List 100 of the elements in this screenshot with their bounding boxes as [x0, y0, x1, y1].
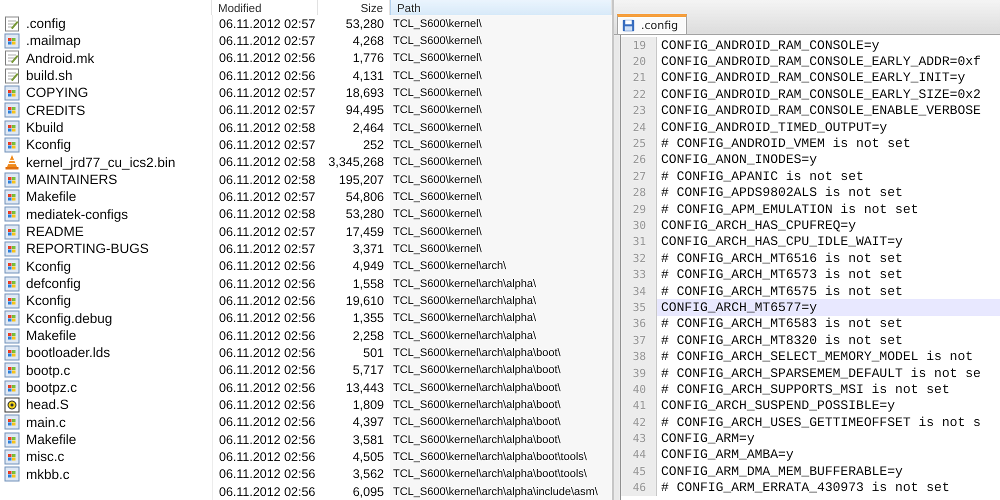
size-cell: 1,809: [352, 398, 384, 412]
file-name[interactable]: REPORTING-BUGS: [26, 241, 149, 256]
file-name[interactable]: Android.mk: [26, 50, 94, 66]
date-cell: 06.11.2012 02:56: [219, 328, 316, 343]
code-line: # CONFIG_ARCH_MT6573 is not set: [661, 267, 903, 282]
path-cell: TCL_S600\kernel\: [393, 190, 482, 203]
text-file-icon: [4, 16, 20, 32]
code-line: CONFIG_ANDROID_RAM_CONSOLE_EARLY_SIZE=0x2: [661, 86, 981, 102]
file-name[interactable]: COPYING: [26, 85, 88, 100]
size-cell: 17,459: [346, 224, 384, 239]
file-name[interactable]: mediatek-configs: [26, 206, 128, 222]
line-number: 29: [621, 200, 657, 218]
line-number: 34: [621, 282, 657, 300]
date-cell: 06.11.2012 02:58: [219, 207, 316, 222]
code-line: CONFIG_ANDROID_RAM_CONSOLE_ENABLE_VERBOSE: [661, 103, 981, 118]
code-line: CONFIG_ARM=y: [661, 431, 755, 446]
code-line: # CONFIG_ARCH_MT8320 is not set: [661, 332, 903, 348]
file-name[interactable]: Makefile: [26, 328, 76, 344]
line-number: 32: [621, 250, 657, 266]
size-cell: 19,610: [346, 294, 384, 308]
date-cell: 06.11.2012 02:56: [219, 68, 316, 83]
file-name[interactable]: Kbuild: [26, 120, 64, 136]
line-number: 25: [621, 135, 657, 152]
line-number: 24: [621, 118, 657, 136]
line-number: 38: [621, 348, 657, 365]
column-header[interactable]: Modified: [212, 0, 318, 15]
line-number: 33: [621, 266, 657, 283]
file-name[interactable]: bootloader.lds: [26, 345, 110, 360]
path-cell: TCL_S600\kernel\arch\alpha\boot\: [393, 364, 561, 376]
code-line: # CONFIG_APM_EMULATION is not set: [661, 202, 918, 217]
file-name[interactable]: Kconfig.debug: [26, 310, 112, 326]
file-name[interactable]: Kconfig: [26, 137, 72, 152]
file-name[interactable]: CREDITS: [26, 102, 86, 118]
line-number: 22: [621, 86, 657, 103]
file-name[interactable]: head.S: [26, 397, 69, 412]
code-line: CONFIG_ARM_AMBA=y: [661, 447, 794, 462]
path-cell: TCL_S600\kernel\arch\alpha\boot\: [393, 434, 561, 446]
application-file-icon: [4, 448, 20, 465]
file-name[interactable]: Makefile: [26, 189, 76, 204]
code-line: # CONFIG_ARCH_MT6583 is not set: [661, 316, 903, 332]
date-cell: 06.11.2012 02:58: [219, 155, 316, 170]
application-file-icon: [4, 344, 20, 361]
file-name[interactable]: mkbb.c: [26, 466, 70, 482]
line-number: 43: [621, 430, 657, 447]
size-cell: 2,464: [352, 120, 384, 135]
file-name[interactable]: .mailmap: [26, 33, 81, 48]
code-line: # CONFIG_ARCH_SELECT_MEMORY_MODEL is not: [661, 349, 974, 364]
line-number: 28: [621, 184, 657, 201]
file-name[interactable]: bootpz.c: [26, 380, 78, 396]
date-cell: 06.11.2012 02:56: [219, 398, 316, 412]
file-name[interactable]: .config: [26, 16, 66, 32]
line-number: 19: [621, 37, 657, 54]
date-cell: 06.11.2012 02:56: [219, 415, 316, 430]
application-file-icon: [4, 102, 20, 118]
application-file-icon: [4, 84, 20, 101]
column-header[interactable]: Path: [390, 0, 612, 15]
file-name[interactable]: build.sh: [26, 68, 73, 84]
file-name[interactable]: README: [26, 224, 84, 240]
path-cell: TCL_S600\kernel\: [393, 208, 482, 220]
file-name[interactable]: MAINTAINERS: [26, 172, 118, 188]
line-number: 27: [621, 168, 657, 185]
line-number: 20: [621, 53, 657, 70]
path-cell: TCL_S600\kernel\: [393, 122, 482, 134]
path-cell: TCL_S600\kernel\arch\alpha\: [393, 294, 536, 307]
date-cell: 06.11.2012 02:56: [219, 467, 316, 482]
cone-icon: [4, 154, 20, 170]
date-cell: 06.11.2012 02:56: [219, 380, 316, 395]
date-cell: 06.11.2012 02:58: [219, 120, 316, 135]
date-cell: 06.11.2012 02:56: [219, 450, 316, 464]
size-cell: 3,562: [352, 467, 384, 482]
file-name[interactable]: bootp.c: [26, 362, 70, 378]
size-cell: 3,345,268: [328, 155, 384, 170]
size-cell: 4,505: [352, 450, 384, 464]
file-tab[interactable]: .config: [617, 14, 688, 34]
date-cell: 06.11.2012 02:57: [219, 242, 316, 256]
text-file-icon: [4, 50, 20, 66]
file-name[interactable]: main.c: [26, 414, 66, 430]
path-cell: TCL_S600\kernel\arch\alpha\boot\: [393, 398, 561, 411]
file-name[interactable]: kernel_jrd77_cu_ics2.bin: [26, 154, 176, 170]
size-cell: 1,558: [352, 276, 384, 291]
file-name[interactable]: misc.c: [26, 449, 64, 464]
path-cell: TCL_S600\kernel\arch\alpha\: [393, 330, 536, 342]
file-name[interactable]: Makefile: [26, 432, 76, 448]
size-cell: 4,397: [352, 415, 384, 430]
code-line: CONFIG_ARCH_HAS_CPU_IDLE_WAIT=y: [661, 234, 903, 250]
file-name[interactable]: Kconfig: [26, 293, 72, 308]
line-number: 41: [621, 398, 657, 414]
application-file-icon: [4, 292, 20, 309]
date-cell: 06.11.2012 02:57: [219, 86, 316, 100]
application-file-icon: [4, 188, 20, 205]
application-file-icon: [4, 136, 20, 153]
size-cell: 501: [363, 346, 384, 360]
file-name[interactable]: defconfig: [26, 276, 81, 292]
application-file-icon: [4, 172, 20, 188]
file-name[interactable]: Kconfig: [26, 258, 72, 274]
application-file-icon: [4, 258, 20, 274]
line-number: 26: [621, 152, 657, 168]
size-cell: 6,095: [352, 484, 384, 499]
date-cell: 06.11.2012 02:56: [219, 259, 316, 274]
application-file-icon: [4, 120, 20, 136]
